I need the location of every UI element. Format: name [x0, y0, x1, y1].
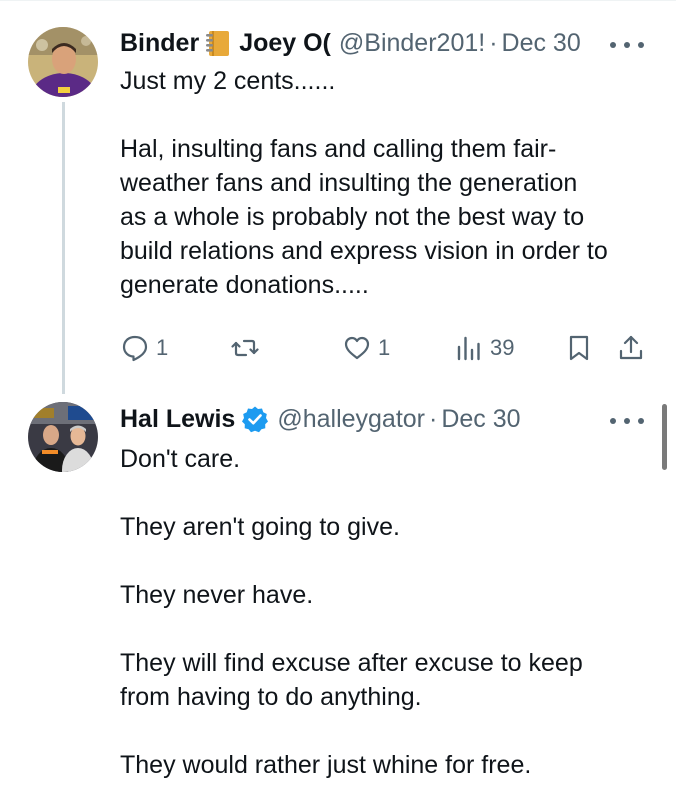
- like-count: 1: [378, 335, 391, 360]
- display-name-suffix[interactable]: Joey O(: [239, 29, 331, 58]
- separator-dot: ·: [489, 28, 498, 57]
- tweet-text-line: as a whole is probably not the best way …: [120, 203, 585, 231]
- tweet-text: Just my 2 cents...... Hal, insulting fan…: [120, 64, 660, 302]
- avatar-image: [28, 27, 98, 97]
- tweet-header: Binder Joey O( @Binder201! · Dec 30: [120, 26, 630, 60]
- tweet-text-line: They would rather just whine for free.: [120, 751, 532, 779]
- tweet-text-line: They will find excuse after excuse to ke…: [120, 649, 583, 677]
- bookmark-icon: [569, 335, 589, 361]
- display-name[interactable]: Binder: [120, 29, 199, 58]
- tweet-header: Hal Lewis @halleygator · Dec 30: [120, 402, 630, 436]
- user-handle[interactable]: @halleygator: [277, 405, 425, 434]
- scrollbar[interactable]: [662, 404, 667, 470]
- tweet-text-line: They never have.: [120, 581, 314, 609]
- tweet-text-line: [120, 98, 660, 132]
- tweet-text-line: [120, 476, 660, 510]
- timestamp[interactable]: Dec 30: [502, 29, 581, 58]
- notebook-icon: [203, 28, 233, 58]
- retweet-button[interactable]: [230, 330, 266, 366]
- avatar[interactable]: [28, 27, 98, 97]
- tweet-text-line: build relations and express vision in or…: [120, 237, 608, 265]
- heart-icon: [344, 336, 370, 360]
- user-handle[interactable]: @Binder201!: [339, 29, 485, 58]
- avatar-image: [28, 402, 98, 472]
- tweet-actions-bar: 1 1 39: [120, 330, 650, 366]
- tweet-text-line: Don't care.: [120, 445, 241, 473]
- share-button[interactable]: [616, 330, 646, 366]
- share-icon: [619, 335, 643, 360]
- avatar[interactable]: [28, 402, 98, 472]
- verified-badge-icon: [241, 405, 269, 433]
- display-name[interactable]: Hal Lewis: [120, 405, 235, 434]
- timestamp[interactable]: Dec 30: [441, 405, 520, 434]
- analytics-icon: [457, 336, 480, 361]
- tweet-text-line: weather fans and insulting the generatio…: [120, 169, 578, 197]
- reply-count: 1: [156, 335, 169, 360]
- separator-dot: ·: [429, 404, 438, 433]
- views-button[interactable]: 39: [454, 330, 514, 366]
- tweet-text-line: generate donations.....: [120, 271, 369, 299]
- thread-connector-line: [62, 102, 65, 394]
- reply-button[interactable]: 1: [120, 330, 168, 366]
- tweet-text-line: Hal, insulting fans and calling them fai…: [120, 135, 557, 163]
- retweet-icon: [231, 339, 259, 357]
- tweet-text-line: Just my 2 cents......: [120, 67, 336, 95]
- tweet-text-line: [120, 544, 660, 578]
- tweet-text-line: They aren't going to give.: [120, 513, 400, 541]
- tweet-text: Don't care. They aren't going to give. T…: [120, 442, 660, 782]
- views-count: 39: [490, 335, 515, 360]
- more-options-icon[interactable]: [610, 411, 644, 431]
- bookmark-button[interactable]: [564, 330, 594, 366]
- tweet-text-line: [120, 714, 660, 748]
- more-options-icon[interactable]: [610, 35, 644, 55]
- tweet-text-line: [120, 612, 660, 646]
- tweet-text-line: from having to do anything.: [120, 683, 422, 711]
- top-divider: [0, 0, 676, 1]
- reply-icon: [122, 335, 148, 362]
- like-button[interactable]: 1: [342, 330, 390, 366]
